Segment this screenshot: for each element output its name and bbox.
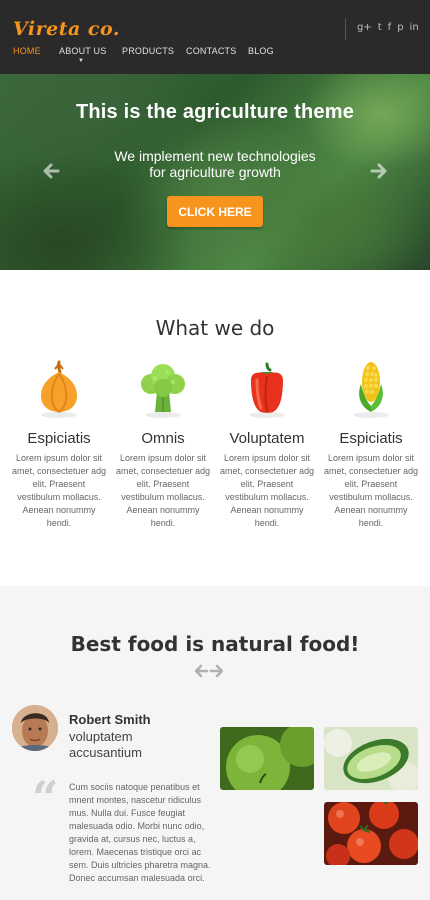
linkedin-icon[interactable]: in bbox=[410, 22, 419, 34]
hero-slider: This is the agriculture theme We impleme… bbox=[0, 74, 430, 270]
service-text: Lorem ipsum dolor sit amet, consectetuer… bbox=[115, 453, 211, 528]
nav-item-blog[interactable]: BLOG bbox=[248, 46, 274, 56]
hero-subtitle: We implement new technologies for agricu… bbox=[0, 148, 430, 180]
service-item: Omnis Lorem ipsum dolor sit amet, consec… bbox=[111, 358, 215, 530]
pinterest-icon[interactable]: p bbox=[397, 22, 403, 34]
nav-item-products[interactable]: PRODUCTS bbox=[122, 46, 174, 56]
header: Vireta co. g+ t f p in HOME ABOUT US ▼ P… bbox=[0, 0, 430, 74]
chevron-down-icon: ▼ bbox=[78, 58, 84, 64]
facebook-icon[interactable]: f bbox=[388, 22, 392, 34]
section-title-what-we-do: What we do bbox=[155, 316, 275, 340]
service-title: Espiciatis bbox=[339, 430, 403, 447]
tomatoes-image[interactable] bbox=[324, 802, 418, 865]
nav-item-contacts[interactable]: CONTACTS bbox=[186, 46, 236, 56]
social-divider bbox=[345, 18, 346, 40]
onion-icon bbox=[29, 358, 89, 422]
service-item: Espiciatis Lorem ipsum dolor sit amet, c… bbox=[319, 358, 423, 530]
nav-item-about-us[interactable]: ABOUT US bbox=[59, 46, 106, 56]
section-title-best-food: Best food is natural food! bbox=[70, 632, 360, 656]
green-apple-image[interactable] bbox=[220, 727, 314, 790]
social-links: g+ t f p in bbox=[357, 22, 419, 34]
service-text: Lorem ipsum dolor sit amet, consectetuer… bbox=[219, 453, 315, 528]
service-item: Espiciatis Lorem ipsum dolor sit amet, c… bbox=[7, 358, 111, 530]
testimonial-role: voluptatem accusantium bbox=[69, 729, 142, 760]
service-title: Voluptatem bbox=[229, 430, 305, 447]
google-plus-icon[interactable]: g+ bbox=[357, 22, 372, 34]
slider-next-arrow-icon[interactable] bbox=[370, 162, 388, 180]
slider-prev-arrow-icon[interactable] bbox=[42, 162, 60, 180]
service-text: Lorem ipsum dolor sit amet, consectetuer… bbox=[323, 453, 419, 528]
testimonial-name: Robert Smith bbox=[69, 712, 151, 727]
click-here-button[interactable]: CLICK HERE bbox=[167, 196, 263, 227]
pepper-icon bbox=[237, 358, 297, 422]
service-text: Lorem ipsum dolor sit amet, consectetuer… bbox=[11, 453, 107, 528]
hero-title: This is the agriculture theme bbox=[75, 101, 355, 123]
cucumber-image[interactable] bbox=[324, 727, 418, 790]
broccoli-icon bbox=[133, 358, 193, 422]
hero-subtitle-line1: We implement new technologies bbox=[114, 148, 316, 164]
carousel-arrows-icon[interactable] bbox=[195, 664, 223, 678]
main-nav: HOME ABOUT US ▼ PRODUCTS CONTACTS BLOG bbox=[0, 46, 430, 64]
twitter-icon[interactable]: t bbox=[378, 22, 382, 34]
quote-icon: “ bbox=[32, 771, 59, 825]
service-item: Voluptatem Lorem ipsum dolor sit amet, c… bbox=[215, 358, 319, 530]
service-title: Espiciatis bbox=[27, 430, 91, 447]
hero-subtitle-line2: for agriculture growth bbox=[149, 164, 281, 180]
avatar bbox=[12, 705, 58, 751]
logo[interactable]: Vireta co. bbox=[13, 18, 120, 40]
corn-icon bbox=[341, 358, 401, 422]
service-title: Omnis bbox=[141, 430, 185, 447]
testimonial-quote: Cum sociis natoque penatibus et mnent mo… bbox=[69, 782, 211, 883]
nav-item-home[interactable]: HOME bbox=[13, 46, 41, 56]
